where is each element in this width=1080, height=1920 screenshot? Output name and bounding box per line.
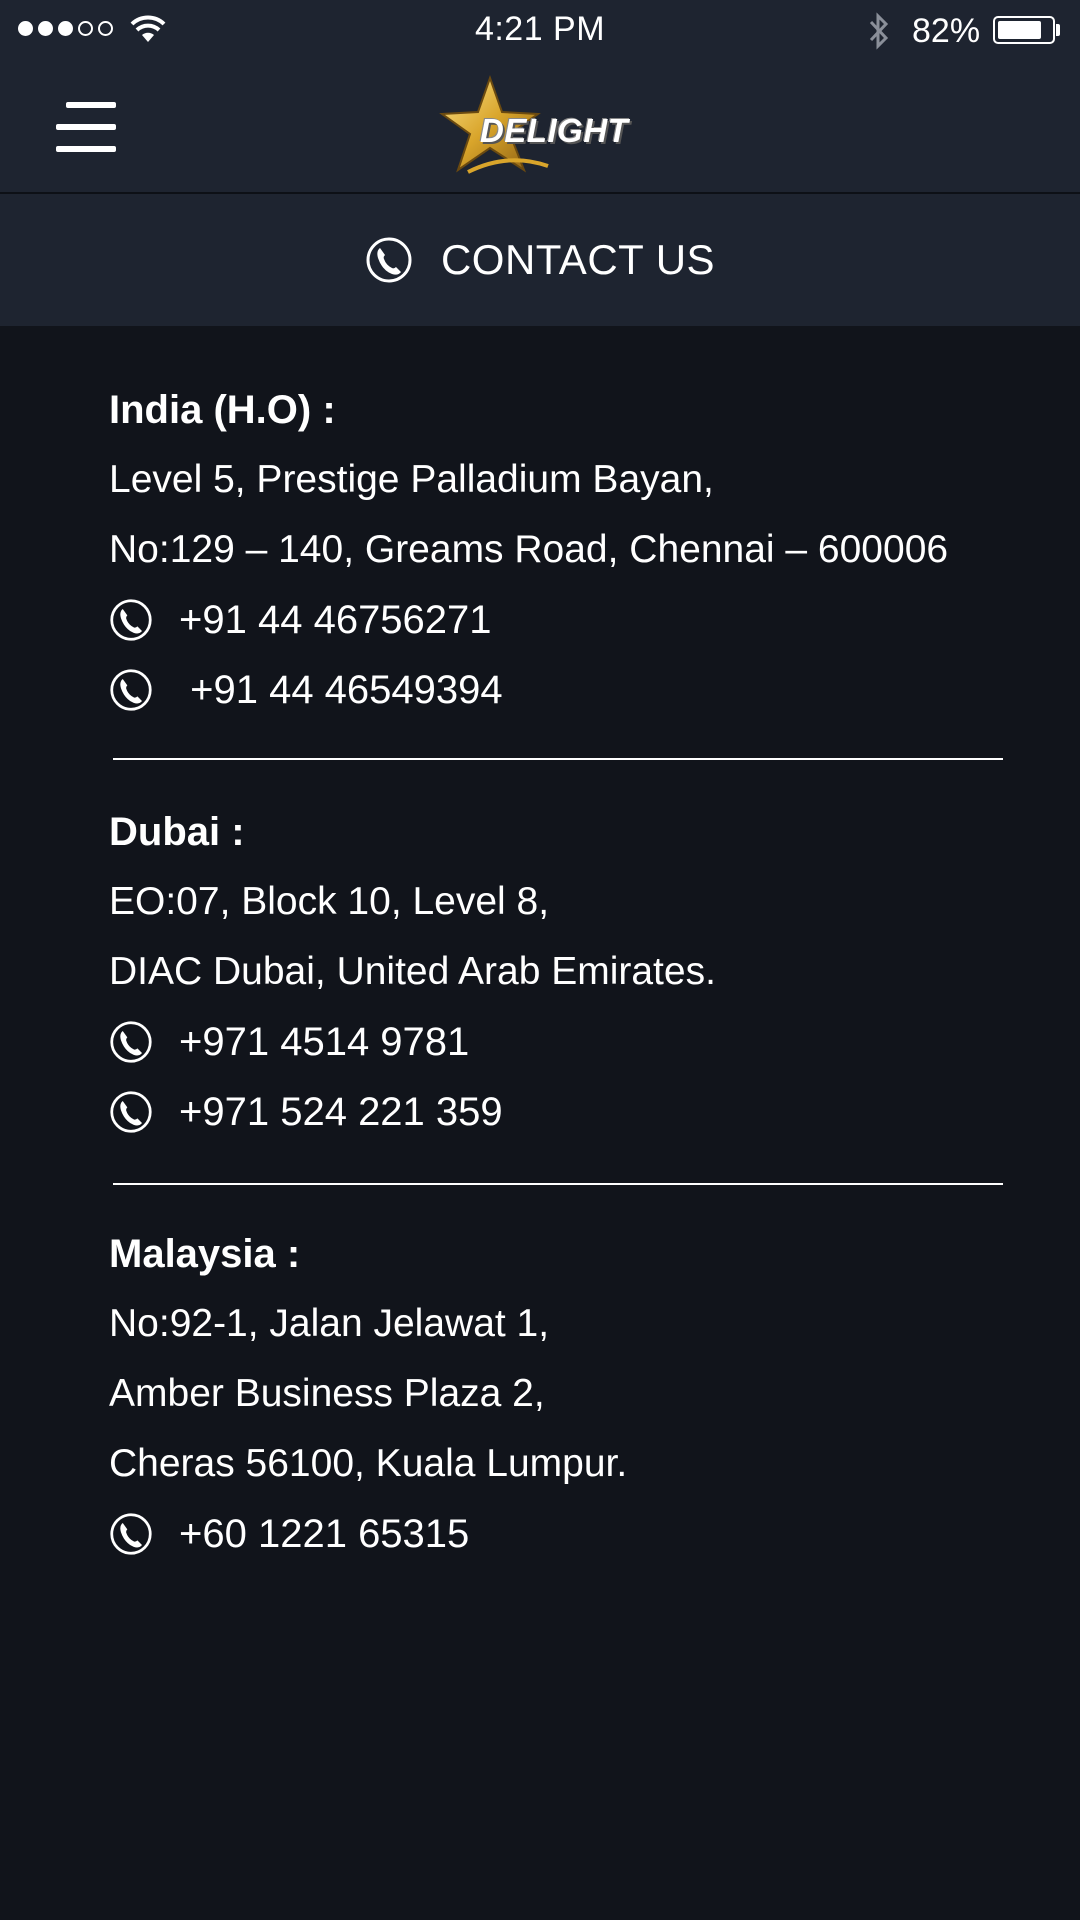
address-line: DIAC Dubai, United Arab Emirates.	[109, 950, 716, 993]
divider	[113, 1183, 1003, 1185]
phone-row[interactable]: +971 524 221 359	[109, 1077, 1009, 1147]
address-line: Amber Business Plaza 2,	[109, 1372, 545, 1415]
office-name: Malaysia :	[109, 1232, 301, 1276]
logo-text: DELIGHT	[480, 112, 629, 149]
phone-number[interactable]: +971 4514 9781	[179, 1020, 469, 1065]
app-logo[interactable]: DELIGHT	[438, 72, 638, 182]
phone-number[interactable]: +91 44 46549394	[179, 668, 503, 713]
phone-row[interactable]: +91 44 46549394	[109, 655, 1009, 725]
address-line: EO:07, Block 10, Level 8,	[109, 880, 550, 923]
divider	[113, 758, 1003, 760]
phone-row[interactable]: +971 4514 9781	[109, 1007, 1009, 1077]
app-header: DELIGHT	[0, 62, 1080, 194]
battery-percent: 82%	[912, 12, 981, 50]
battery-tip	[1056, 24, 1060, 36]
office-name: Dubai :	[109, 810, 245, 854]
phone-number[interactable]: +91 44 46756271	[179, 598, 492, 643]
battery-icon	[993, 16, 1055, 44]
phone-icon	[110, 599, 152, 641]
hamburger-menu-icon[interactable]	[56, 102, 118, 152]
phone-icon	[110, 1091, 152, 1133]
phone-icon	[366, 237, 412, 283]
address-line: Level 5, Prestige Palladium Bayan,	[109, 458, 714, 501]
section-title-bar: CONTACT US	[0, 194, 1080, 326]
phone-row[interactable]: +91 44 46756271	[109, 585, 1009, 655]
phone-number[interactable]: +60 1221 65315	[179, 1512, 469, 1557]
battery-fill	[998, 21, 1041, 39]
address-line: No:92-1, Jalan Jelawat 1,	[109, 1302, 550, 1345]
page-title: CONTACT US	[440, 236, 716, 283]
phone-icon	[110, 1513, 152, 1555]
phone-icon	[110, 669, 152, 711]
bluetooth-icon	[869, 12, 889, 50]
address-line: No:129 – 140, Greams Road, Chennai – 600…	[109, 528, 949, 571]
phone-row[interactable]: +60 1221 65315	[109, 1499, 1009, 1569]
phone-icon	[110, 1021, 152, 1063]
status-bar: 4:21 PM 82%	[0, 0, 1080, 62]
phone-number[interactable]: +971 524 221 359	[179, 1090, 503, 1135]
office-malaysia: Malaysia : No:92-1, Jalan Jelawat 1, Amb…	[109, 1219, 1009, 1569]
office-dubai: Dubai : EO:07, Block 10, Level 8, DIAC D…	[109, 797, 1009, 1147]
office-india: India (H.O) : Level 5, Prestige Palladiu…	[109, 375, 1009, 725]
address-line: Cheras 56100, Kuala Lumpur.	[109, 1442, 628, 1485]
office-list: India (H.O) : Level 5, Prestige Palladiu…	[109, 388, 1009, 1569]
office-name: India (H.O) :	[109, 388, 336, 432]
